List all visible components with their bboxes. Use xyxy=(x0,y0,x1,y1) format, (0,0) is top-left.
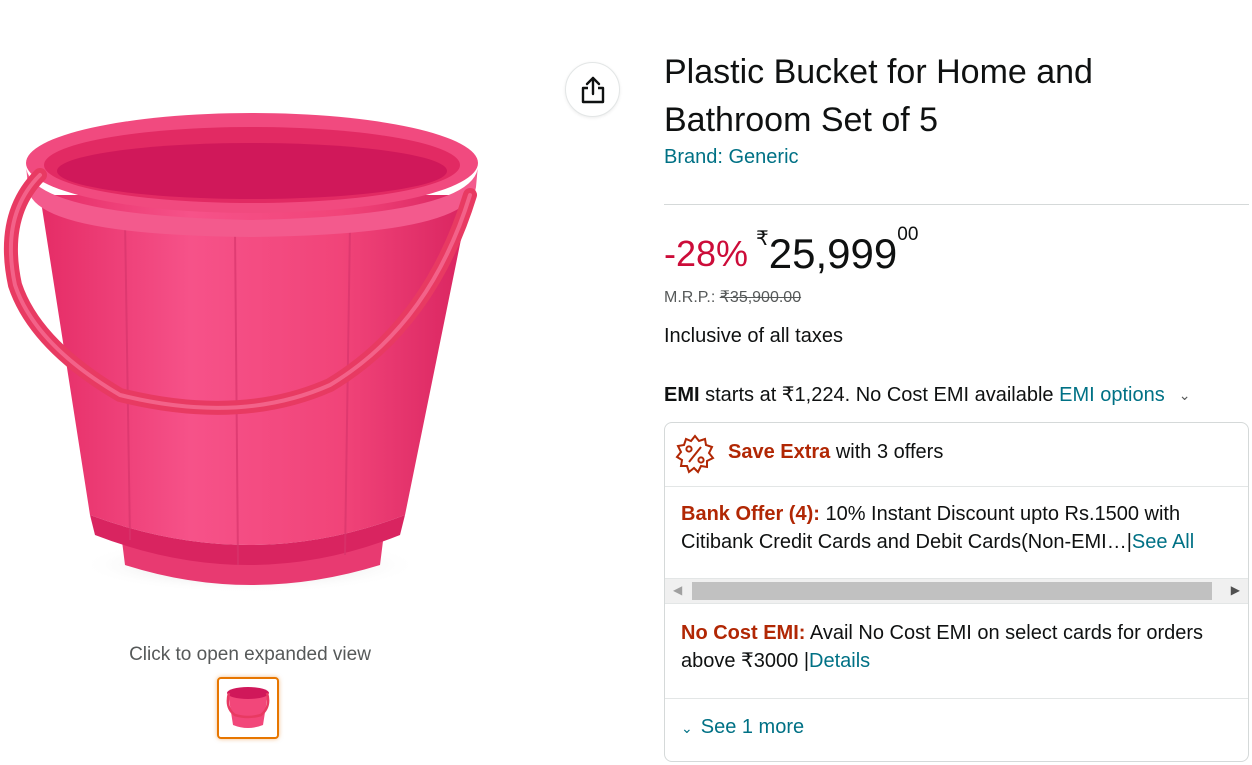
scroll-right-arrow-icon[interactable]: ▶ xyxy=(1231,583,1240,597)
tax-note: Inclusive of all taxes xyxy=(664,325,843,347)
share-icon xyxy=(581,76,604,103)
offers-header: Save Extra with 3 offers xyxy=(665,423,1248,487)
scroll-left-arrow-icon[interactable]: ◀ xyxy=(673,583,682,597)
price-whole: 25,999 xyxy=(768,230,898,277)
scrollbar-thumb[interactable] xyxy=(692,582,1212,600)
no-cost-emi-offer: No Cost EMI: Avail No Cost EMI on select… xyxy=(681,619,1237,675)
share-button[interactable] xyxy=(565,62,620,117)
divider xyxy=(664,204,1249,205)
bank-offer: Bank Offer (4): 10% Instant Discount upt… xyxy=(681,500,1237,556)
brand-link[interactable]: Brand: Generic xyxy=(664,146,799,169)
emi-text: starts at ₹1,224. No Cost EMI available xyxy=(699,384,1060,406)
offer-percent-icon xyxy=(675,434,715,474)
mrp-value: ₹35,900.00 xyxy=(719,289,802,306)
thumbnail-image[interactable] xyxy=(217,677,279,739)
see-more-button[interactable]: ⌄ See 1 more xyxy=(681,716,804,739)
discount-percent: -28% xyxy=(664,233,749,274)
currency-symbol: ₹ xyxy=(756,228,769,250)
bucket-image xyxy=(3,113,478,593)
price-row: -28% ₹25,99900 xyxy=(664,224,918,280)
no-cost-emi-label: No Cost EMI: xyxy=(681,622,806,644)
see-all-link[interactable]: See All xyxy=(1132,531,1194,553)
offers-count-text: with 3 offers xyxy=(830,441,944,463)
horizontal-scrollbar[interactable]: ◀ ▶ xyxy=(665,578,1248,604)
main-product-image[interactable] xyxy=(0,95,500,615)
price-fraction: 00 xyxy=(897,224,919,245)
details-link[interactable]: Details xyxy=(809,650,870,672)
bucket-thumbnail-icon xyxy=(226,687,270,728)
bank-offer-label: Bank Offer (4): xyxy=(681,503,820,525)
offers-title: Save Extra with 3 offers xyxy=(728,441,943,464)
mrp-label: M.R.P.: xyxy=(664,289,716,306)
emi-label: EMI xyxy=(664,384,700,406)
emi-options-link[interactable]: EMI options xyxy=(1059,384,1165,406)
divider xyxy=(665,698,1248,699)
expanded-view-hint: Click to open expanded view xyxy=(129,644,371,665)
chevron-down-icon[interactable]: ⌄ xyxy=(1179,387,1191,404)
emi-row: EMI starts at ₹1,224. No Cost EMI availa… xyxy=(664,382,1190,407)
mrp-row: M.R.P.: ₹35,900.00 xyxy=(664,287,801,307)
see-more-label: See 1 more xyxy=(700,716,805,738)
save-extra-label: Save Extra xyxy=(728,441,831,463)
chevron-down-icon: ⌄ xyxy=(681,720,693,736)
offers-card: Save Extra with 3 offers Bank Offer (4):… xyxy=(664,422,1249,762)
product-title: Plastic Bucket for Home and Bathroom Set… xyxy=(664,53,1093,139)
